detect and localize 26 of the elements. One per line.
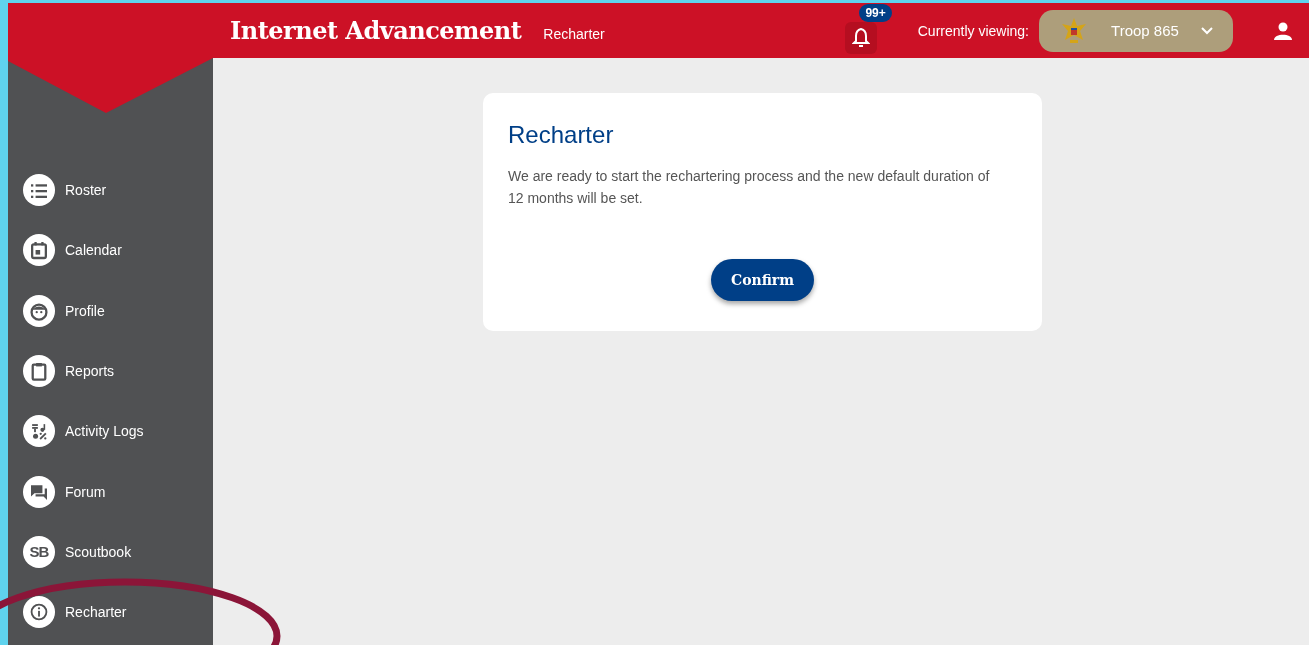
user-icon[interactable] [1273,21,1293,40]
notification-count: 99+ [859,3,892,22]
clipboard-icon [23,355,55,388]
chat-icon [23,475,55,508]
sidebar-item[interactable]: Reports [8,340,213,402]
confirm-button[interactable]: Confirm [711,259,814,301]
calendar-icon [23,234,55,267]
card-title: Recharter [508,121,615,149]
sidebar-item[interactable]: SB Scoutbook [8,521,213,583]
app-title: Internet Advancement [230,16,522,45]
symbols-icon [23,415,55,448]
sidebar-item[interactable]: Activity Logs [8,401,213,462]
sidebar-item[interactable]: Calendar [8,220,213,281]
sidebar-item[interactable]: Roster [8,160,213,221]
viewing-label: Currently viewing: [917,22,1029,39]
info-icon [23,596,55,629]
scoutbook-badge: SB [23,535,55,568]
list-icon [23,174,55,207]
sidebar-item[interactable]: Forum [8,461,213,522]
chevron-down-icon [1201,26,1213,35]
card-text: We are ready to start the rechartering process and the new default duration of 12 months will be set. [508,167,991,208]
face-icon [23,294,55,327]
notifications-button[interactable] [845,21,878,54]
page-subtitle: Recharter [543,25,605,42]
sidebar-item[interactable]: Profile [8,280,213,341]
bell-icon [852,27,871,48]
